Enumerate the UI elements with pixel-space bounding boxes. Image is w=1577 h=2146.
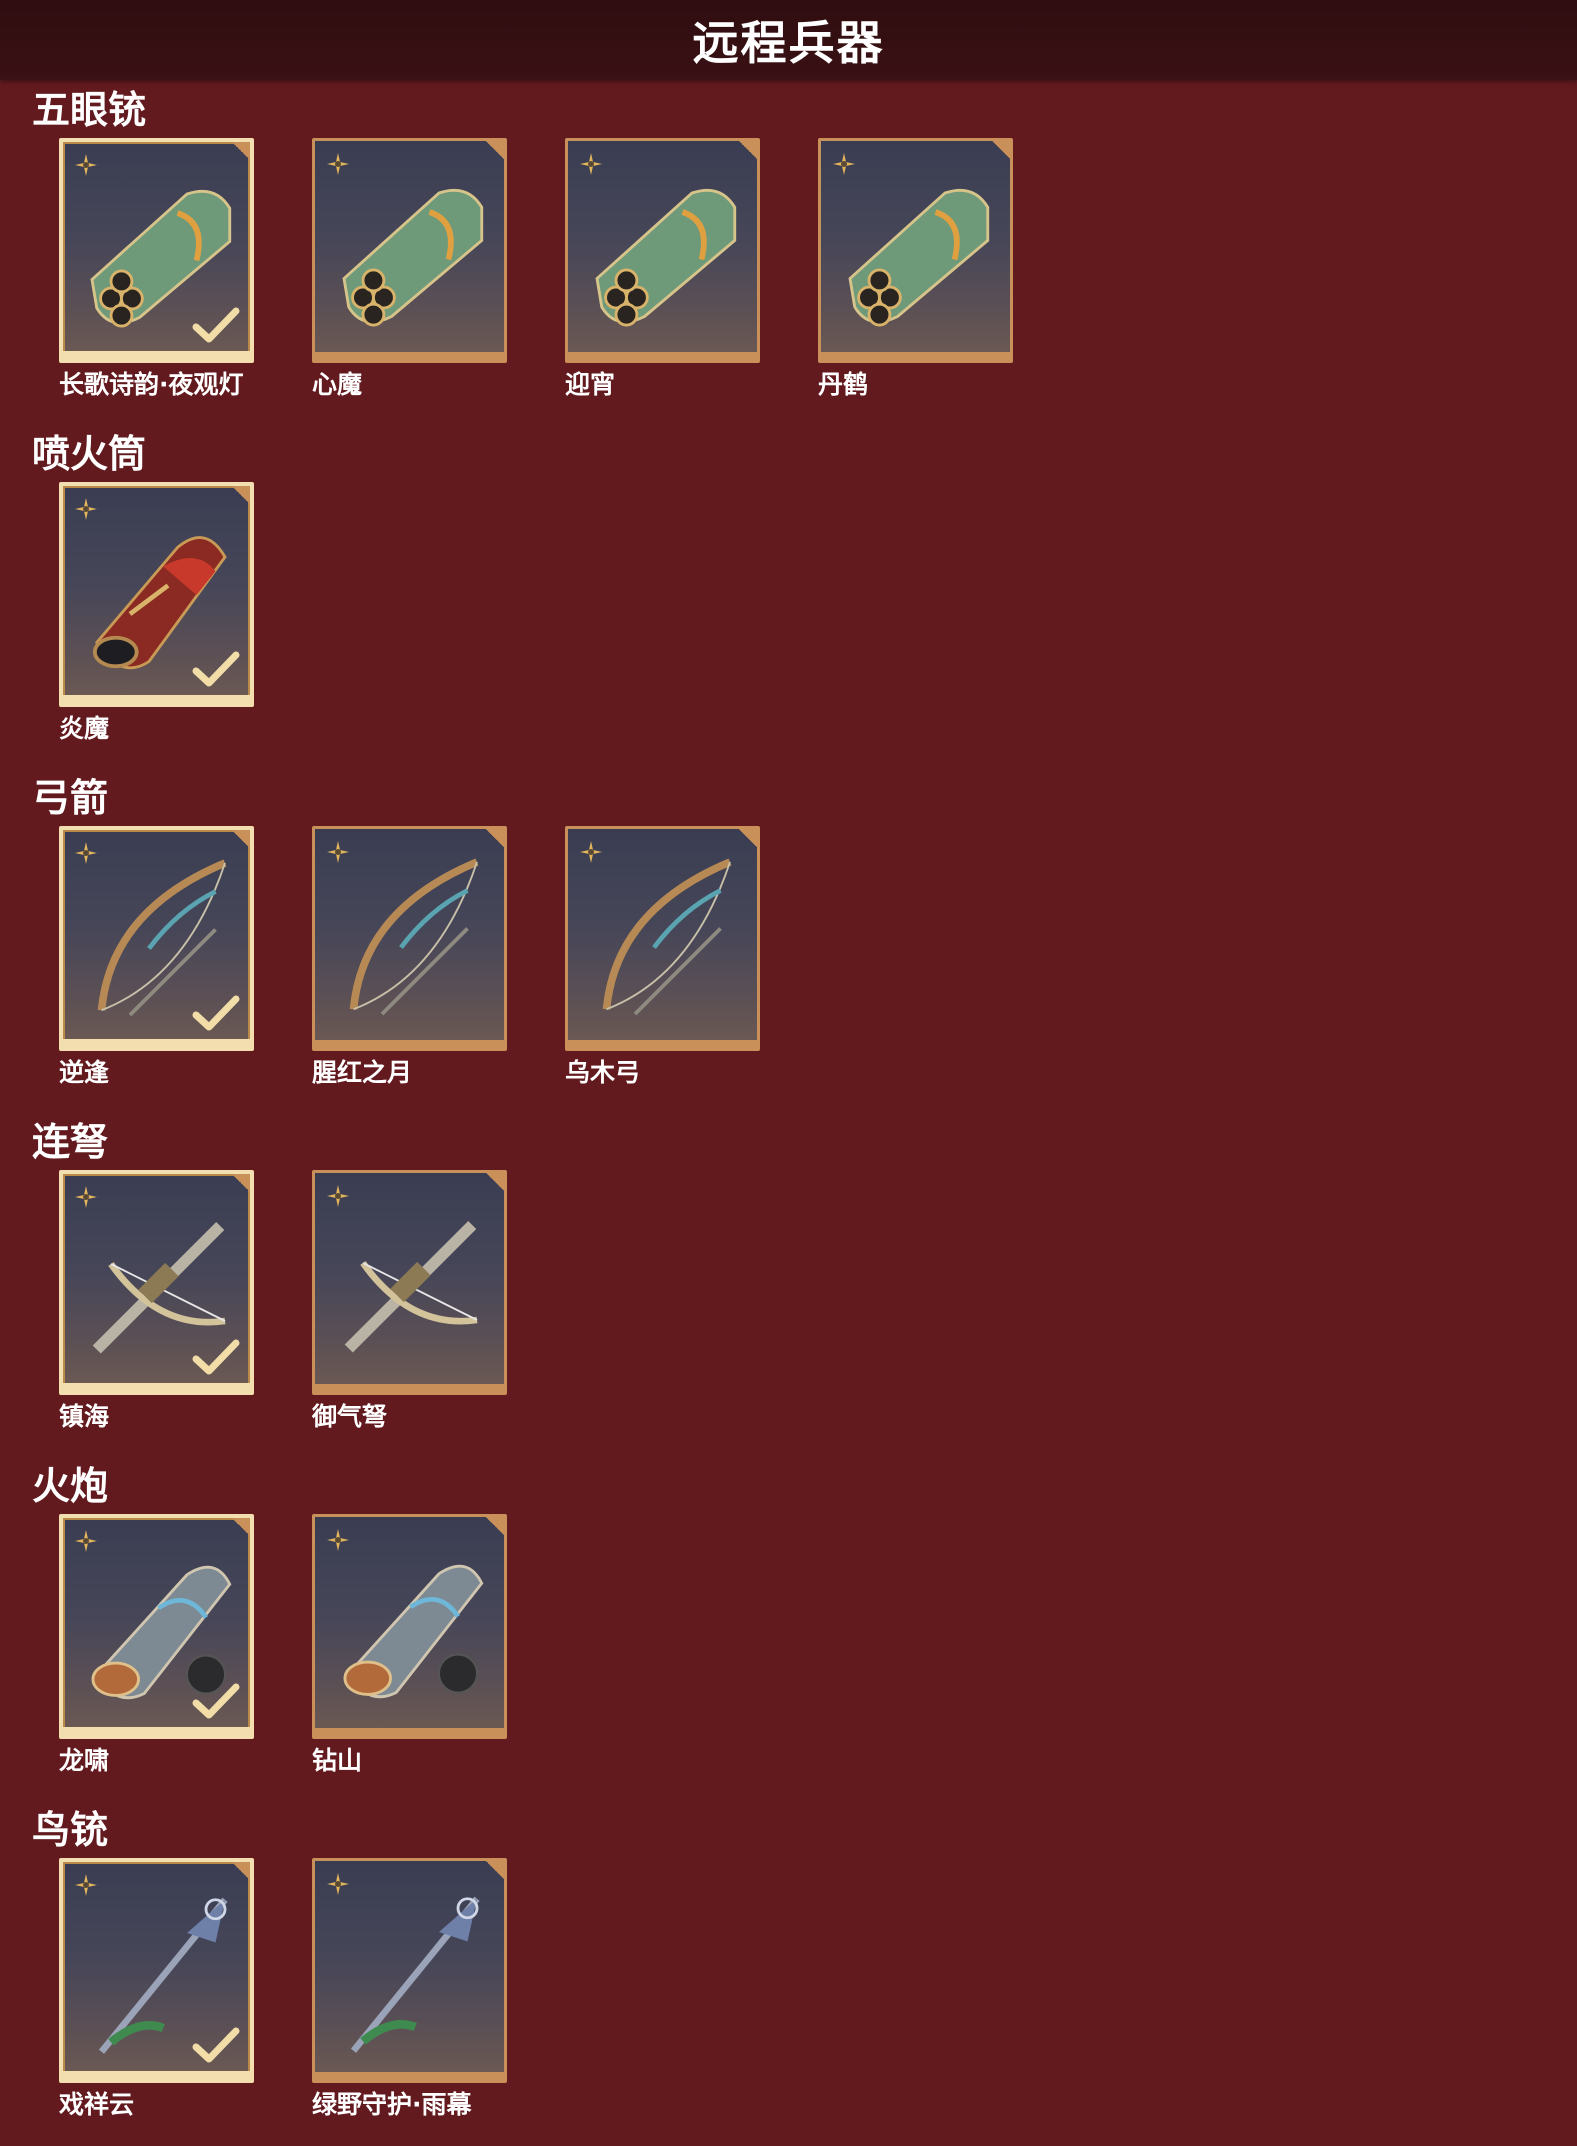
five-barrel-gun-icon [595,188,737,327]
weapon-section: 连弩镇海 御气弩 [0,1118,1577,1458]
weapon-card[interactable] [818,138,1013,363]
weapon-name: 乌木弓 [565,1058,641,1087]
bow-icon [349,858,479,1016]
owned-check-icon [192,2027,240,2063]
weapon-item[interactable]: 炎魔 [59,482,254,745]
weapon-name: 绿野守护·雨幕 [312,2090,472,2119]
weapon-item[interactable]: 迎宵 [565,138,760,401]
section-title: 鸟铳 [32,1808,109,1852]
owned-check-icon [192,1339,240,1375]
weapon-name: 逆逢 [59,1058,110,1087]
weapon-name: 钻山 [312,1746,363,1775]
crossbow-icon [344,1220,478,1353]
weapon-name: 腥红之月 [312,1058,413,1087]
weapon-item[interactable]: 逆逢 [59,826,254,1089]
weapon-item[interactable]: 腥红之月 [312,826,507,1089]
owned-check-icon [192,651,240,687]
bow-icon [602,858,732,1016]
weapon-card[interactable] [565,826,760,1051]
weapon-item[interactable]: 乌木弓 [565,826,760,1089]
weapon-section: 鸟铳戏祥云 绿野守护·雨幕 [0,1806,1577,2146]
weapon-item[interactable]: 龙啸 [59,1514,254,1777]
five-barrel-gun-icon [848,188,990,327]
weapon-name: 炎魔 [59,714,110,743]
weapon-card[interactable] [312,1514,507,1739]
page-title: 远程兵器 [692,16,885,70]
weapon-name: 镇海 [59,1402,110,1431]
weapon-card[interactable] [59,138,254,363]
weapon-name: 长歌诗韵·夜观灯 [59,370,244,399]
weapon-name: 迎宵 [565,370,616,399]
section-title: 五眼铳 [32,88,147,132]
weapon-card[interactable] [312,138,507,363]
weapon-card[interactable] [59,826,254,1051]
weapon-card[interactable] [312,1858,507,2083]
weapon-name: 御气弩 [312,1402,388,1431]
weapon-card[interactable] [312,1170,507,1395]
weapon-item[interactable]: 丹鹤 [818,138,1013,401]
weapon-name: 心魔 [312,370,363,399]
weapon-card[interactable] [59,482,254,707]
weapon-section: 五眼铳长歌诗韵·夜观灯 心魔 迎宵 丹鹤 [0,86,1577,426]
weapon-name: 丹鹤 [818,370,869,399]
weapon-item[interactable]: 心魔 [312,138,507,401]
weapon-name: 龙啸 [59,1746,110,1775]
weapon-name: 戏祥云 [59,2090,135,2119]
owned-check-icon [192,995,240,1031]
weapon-card[interactable] [59,1514,254,1739]
section-title: 弓箭 [32,776,109,820]
weapon-item[interactable]: 绿野守护·雨幕 [312,1858,507,2121]
section-title: 连弩 [32,1120,109,1164]
weapon-item[interactable]: 长歌诗韵·夜观灯 [59,138,254,401]
section-title: 喷火筒 [32,432,147,476]
weapon-item[interactable]: 镇海 [59,1170,254,1433]
weapon-item[interactable]: 御气弩 [312,1170,507,1433]
owned-check-icon [192,307,240,343]
weapon-section: 火炮龙啸 钻山 [0,1462,1577,1802]
musket-icon [350,1896,480,2053]
owned-check-icon [192,1683,240,1719]
weapon-card[interactable] [59,1170,254,1395]
cannon-icon [343,1564,484,1699]
weapon-card[interactable] [312,826,507,1051]
weapon-section: 喷火筒炎魔 [0,430,1577,770]
weapon-card[interactable] [565,138,760,363]
weapon-item[interactable]: 钻山 [312,1514,507,1777]
section-title: 火炮 [32,1464,109,1508]
weapon-section: 弓箭逆逢 腥红之月 乌木弓 [0,774,1577,1114]
weapon-card[interactable] [59,1858,254,2083]
weapon-item[interactable]: 戏祥云 [59,1858,254,2121]
five-barrel-gun-icon [342,188,484,327]
title-bar: 远程兵器 [0,0,1577,80]
